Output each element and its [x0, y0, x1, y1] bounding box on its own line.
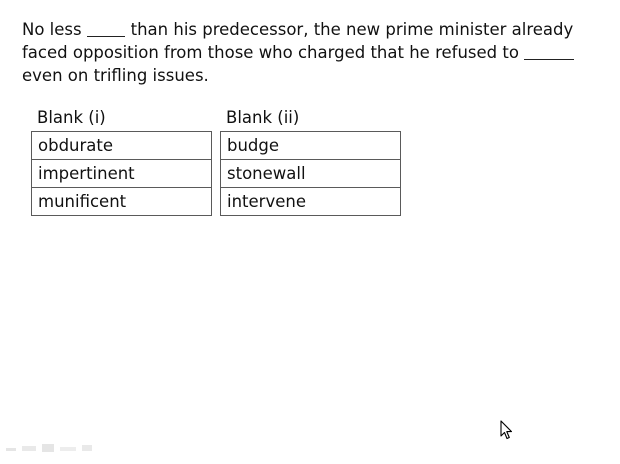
mouse-pointer-icon: [500, 420, 513, 440]
blank-i-option-impertinent[interactable]: impertinent: [31, 159, 212, 188]
blank-i-header: Blank (i): [37, 108, 106, 127]
question-line-2-start: faced opposition from those who charged …: [22, 43, 519, 62]
table-row: stonewall: [220, 159, 401, 188]
blank-i-option-obdurate[interactable]: obdurate: [31, 131, 212, 160]
question-line-2: faced opposition from those who charged …: [22, 41, 602, 64]
question-line-3: even on trifling issues.: [22, 66, 209, 85]
question-text: No less than his predecessor, the new pri…: [22, 18, 602, 87]
question-line-1-start: No less: [22, 20, 82, 39]
blank-ii-option-intervene[interactable]: intervene: [220, 187, 401, 216]
blank-ii-header: Blank (ii): [226, 108, 300, 127]
table-row: munificent: [31, 187, 212, 216]
table-row: intervene: [220, 187, 401, 216]
question-line-1: No less than his predecessor, the new pri…: [22, 18, 602, 41]
blank-i-slot: [86, 22, 125, 37]
blank-ii-options-table: budge stonewall intervene: [220, 131, 401, 216]
table-row: budge: [220, 131, 401, 160]
blank-ii-column: Blank (ii) budge stonewall intervene: [220, 107, 401, 216]
table-row: impertinent: [31, 159, 212, 188]
blank-i-column: Blank (i) obdurate impertinent munificen…: [31, 107, 212, 216]
table-row: obdurate: [31, 131, 212, 160]
blank-i-options-table: obdurate impertinent munificent: [31, 131, 212, 216]
blank-ii-option-budge[interactable]: budge: [220, 131, 401, 160]
blank-ii-option-stonewall[interactable]: stonewall: [220, 159, 401, 188]
blank-ii-slot: [523, 45, 574, 60]
blank-i-option-munificent[interactable]: munificent: [31, 187, 212, 216]
question-line-1-end: than his predecessor, the new prime mini…: [130, 20, 574, 39]
question-page: No less than his predecessor, the new pri…: [0, 0, 620, 464]
watermark-icon: [6, 444, 92, 452]
